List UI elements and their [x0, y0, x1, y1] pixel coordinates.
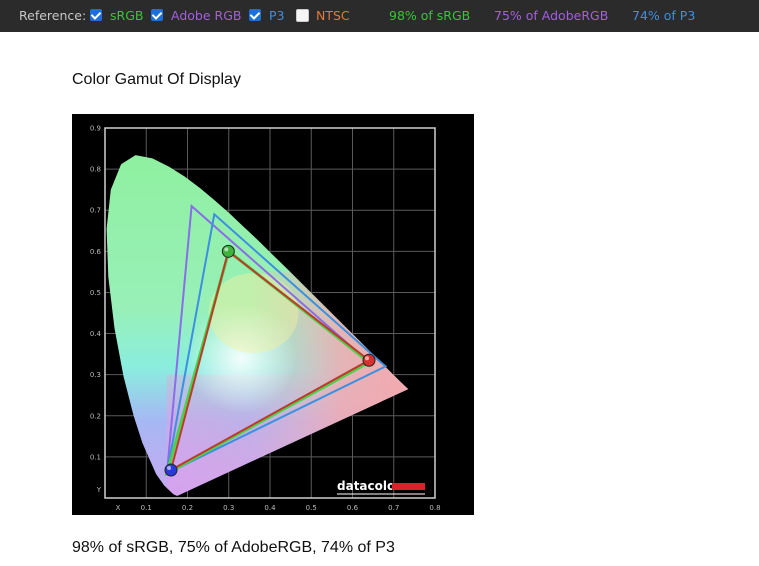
srgb-checkbox[interactable]	[90, 9, 102, 21]
x-tick-label: 0.8	[429, 504, 440, 512]
ntsc-checkbox[interactable]	[296, 9, 309, 22]
page-title: Color Gamut Of Display	[72, 71, 241, 88]
x-tick-label: 0.6	[347, 504, 359, 512]
y-tick-label: 0.9	[90, 125, 101, 133]
y-tick-label: 0.1	[90, 453, 101, 461]
adobe-rgb-checkbox[interactable]	[151, 9, 163, 21]
reference-toolbar: Reference: sRGB Adobe RGB P3 NTSC 98% of…	[0, 0, 759, 32]
y-tick-label: 0.2	[90, 412, 101, 420]
chart-svg: 0.1 0.2 0.3 0.4 0.5 0.6 0.7 0.8 0.1 0.2 0.3 0.4 0.5 0…	[90, 125, 441, 513]
y-tick-label: 0.5	[90, 289, 101, 297]
adobe-rgb-coverage: 75% of AdobeRGB	[494, 8, 609, 23]
p3-checkbox[interactable]	[249, 9, 261, 21]
x-tick-label: 0.4	[264, 504, 276, 512]
primary-point-blue	[164, 463, 178, 477]
x-tick-label: 0.3	[223, 504, 234, 512]
y-tick-label: 0.4	[90, 330, 102, 338]
x-tick-label: 0.7	[388, 504, 399, 512]
p3-label[interactable]: P3	[269, 8, 285, 23]
reference-label: Reference:	[19, 8, 87, 23]
ntsc-label[interactable]: NTSC	[316, 8, 350, 23]
y-tick-label: 0.6	[90, 248, 102, 256]
x-tick-label: 0.1	[141, 504, 152, 512]
gamut-chart: 0.1 0.2 0.3 0.4 0.5 0.6 0.7 0.8 0.1 0.2 0.3 0.4 0.5 0…	[72, 114, 474, 515]
primary-point-red	[362, 353, 376, 367]
adobe-rgb-label[interactable]: Adobe RGB	[171, 8, 241, 23]
y-tick-label: 0.3	[90, 371, 101, 379]
srgb-label[interactable]: sRGB	[110, 8, 143, 23]
x-axis-label: X	[116, 504, 121, 512]
page-caption: 98% of sRGB, 75% of AdobeRGB, 74% of P3	[72, 539, 395, 556]
watermark-bar	[392, 483, 425, 490]
primary-point-green	[221, 244, 235, 258]
y-axis-label: Y	[96, 486, 102, 494]
y-tick-label: 0.7	[90, 207, 101, 215]
yellow-region	[208, 273, 299, 353]
watermark-text: datacolor	[337, 479, 401, 493]
x-tick-label: 0.2	[182, 504, 193, 512]
primary-highlight-blue	[167, 466, 171, 471]
x-tick-label: 0.5	[306, 504, 317, 512]
p3-coverage: 74% of P3	[632, 8, 696, 23]
primary-highlight-red	[365, 356, 369, 361]
srgb-coverage: 98% of sRGB	[389, 8, 471, 23]
primary-highlight-green	[224, 247, 229, 252]
y-tick-label: 0.8	[90, 166, 101, 174]
datacolor-watermark: datacolor	[337, 479, 425, 495]
